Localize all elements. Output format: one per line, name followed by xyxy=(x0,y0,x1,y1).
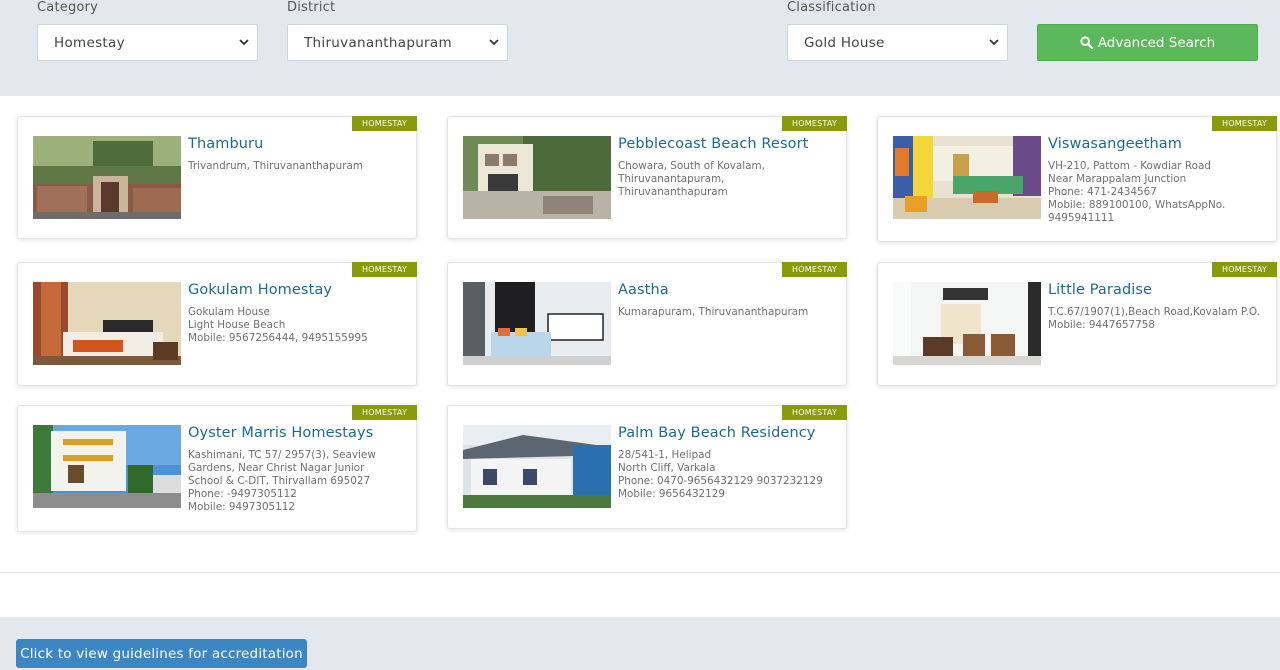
category-badge: HOMESTAY xyxy=(352,262,417,277)
advanced-search-label: Advanced Search xyxy=(1097,34,1216,51)
listing-card[interactable]: HOMESTAY Oyster Marris Homestays Kashima… xyxy=(17,405,417,532)
listing-title[interactable]: Aastha xyxy=(618,282,669,298)
listing-address: 28/541-1, Helipad North Cliff, Varkala P… xyxy=(618,449,823,500)
category-badge: HOMESTAY xyxy=(1212,262,1277,277)
chevron-down-icon xyxy=(489,39,499,46)
listing-title[interactable]: Thamburu xyxy=(188,136,263,152)
listing-card[interactable]: HOMESTAY Gokulam Homestay Gokulam House … xyxy=(17,262,417,386)
listing-card[interactable]: HOMESTAY Little Paradise T.C.67/1907(1),… xyxy=(877,262,1277,386)
listing-photo[interactable] xyxy=(33,136,181,219)
district-label: District xyxy=(287,0,336,15)
category-badge: HOMESTAY xyxy=(782,405,847,420)
advanced-search-button[interactable]: Advanced Search xyxy=(1037,24,1258,61)
chevron-down-icon xyxy=(989,39,999,46)
listing-card[interactable]: HOMESTAY Palm Bay Beach Residency 28/541… xyxy=(447,405,847,529)
section-divider xyxy=(0,572,1280,573)
listing-address: T.C.67/1907(1),Beach Road,Kovalam P.O. M… xyxy=(1048,306,1260,331)
classification-select[interactable]: Gold House xyxy=(787,24,1008,61)
classification-value: Gold House xyxy=(804,34,885,51)
classification-label: Classification xyxy=(787,0,876,15)
listing-photo[interactable] xyxy=(893,136,1041,219)
category-value: Homestay xyxy=(54,34,125,51)
listing-card[interactable]: HOMESTAY Viswasangeetham VH-210, Pattom … xyxy=(877,116,1277,242)
listing-address: Trivandrum, Thiruvananthapuram xyxy=(188,160,363,172)
category-badge: HOMESTAY xyxy=(782,262,847,277)
listing-title[interactable]: Pebblecoast Beach Resort xyxy=(618,136,808,152)
chevron-down-icon xyxy=(239,39,249,46)
category-badge: HOMESTAY xyxy=(1212,116,1277,131)
listing-title[interactable]: Gokulam Homestay xyxy=(188,282,332,298)
listing-title[interactable]: Palm Bay Beach Residency xyxy=(618,425,815,441)
listing-address: VH-210, Pattom - Kowdiar Road Near Marap… xyxy=(1048,160,1226,224)
listing-photo[interactable] xyxy=(463,136,611,219)
listing-title[interactable]: Oyster Marris Homestays xyxy=(188,425,373,441)
listing-address: Kashimani, TC 57/ 2957(3), Seaview Garde… xyxy=(188,449,376,513)
listing-title[interactable]: Viswasangeetham xyxy=(1048,136,1182,152)
district-value: Thiruvananthapuram xyxy=(304,34,452,51)
listing-photo[interactable] xyxy=(893,282,1041,365)
listing-title[interactable]: Little Paradise xyxy=(1048,282,1152,298)
listing-address: Chowara, South of Kovalam, Thiruvanantap… xyxy=(618,160,765,198)
search-icon xyxy=(1080,36,1093,49)
district-select[interactable]: Thiruvananthapuram xyxy=(287,24,508,61)
listing-address: Kumarapuram, Thiruvananthapuram xyxy=(618,306,809,318)
listing-photo[interactable] xyxy=(463,425,611,508)
category-label: Category xyxy=(37,0,98,15)
listing-photo[interactable] xyxy=(33,282,181,365)
listing-card[interactable]: HOMESTAY Pebblecoast Beach Resort Chowar… xyxy=(447,116,847,239)
category-select[interactable]: Homestay xyxy=(37,24,258,61)
category-badge: HOMESTAY xyxy=(352,405,417,420)
listing-address: Gokulam House Light House Beach Mobile: … xyxy=(188,306,368,344)
category-badge: HOMESTAY xyxy=(782,116,847,131)
listing-photo[interactable] xyxy=(33,425,181,508)
filter-bar: Category Homestay District Thiruvanantha… xyxy=(0,0,1280,96)
category-badge: HOMESTAY xyxy=(352,116,417,131)
accreditation-guidelines-button[interactable]: Click to view guidelines for accreditati… xyxy=(16,639,307,668)
listing-card[interactable]: HOMESTAY Thamburu Trivandrum, Thiruvanan… xyxy=(17,116,417,239)
listing-photo[interactable] xyxy=(463,282,611,365)
listing-card[interactable]: HOMESTAY Aastha Kumarapuram, Thiruvanant… xyxy=(447,262,847,386)
